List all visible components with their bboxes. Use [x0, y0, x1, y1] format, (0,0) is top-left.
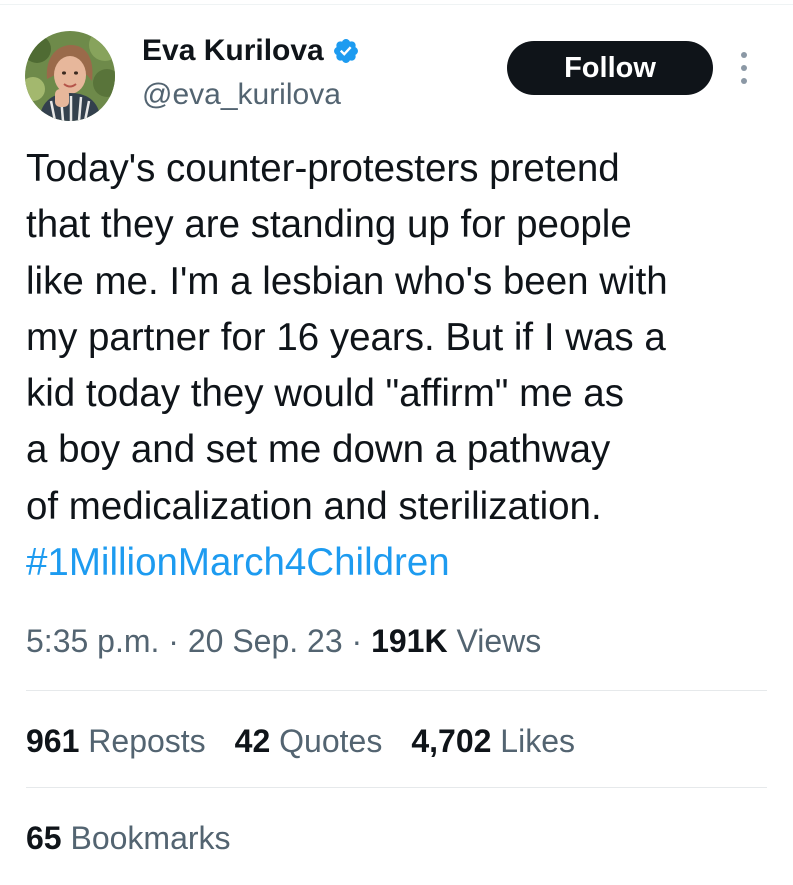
meta-separator: · — [342, 623, 372, 659]
tweet-text-line: my partner for 16 years. But if I was a — [26, 315, 666, 359]
divider — [26, 787, 767, 788]
author-handle[interactable]: @eva_kurilova — [142, 75, 341, 115]
engagement-stats: 961 Reposts 42 Quotes 4,702 Likes — [26, 719, 575, 763]
hashtag-link[interactable]: #1MillionMarch4Children — [26, 535, 786, 591]
likes-count: 4,702 — [411, 723, 492, 759]
more-dot — [741, 78, 747, 84]
tweet-text: Today's counter-protesters pretend that … — [26, 141, 786, 591]
avatar[interactable] — [25, 31, 115, 121]
views-count: 191K — [371, 623, 448, 659]
follow-button[interactable]: Follow — [507, 41, 713, 95]
avatar-photo — [25, 31, 115, 121]
more-dot — [741, 65, 747, 71]
author-name-text: Eva Kurilova — [142, 34, 324, 67]
top-divider — [0, 4, 793, 5]
tweet-date[interactable]: 20 Sep. 23 — [188, 623, 343, 659]
tweet-time[interactable]: 5:35 p.m. — [26, 623, 159, 659]
likes-label: Likes — [500, 723, 575, 759]
tweet-text-line: of medicalization and sterilization. — [26, 484, 602, 528]
more-vertical-icon[interactable] — [734, 48, 754, 88]
tweet-text-line: a boy and set me down a pathway — [26, 428, 611, 472]
more-dot — [741, 52, 747, 58]
likes-stat[interactable]: 4,702 Likes — [411, 719, 575, 763]
meta-separator: · — [159, 623, 188, 659]
quotes-label: Quotes — [279, 723, 383, 759]
divider — [26, 690, 767, 691]
tweet-text-line: Today's counter-protesters pretend — [26, 147, 620, 190]
author-name[interactable]: Eva Kurilova — [142, 31, 360, 71]
reposts-label: Reposts — [88, 723, 206, 759]
tweet-text-line: kid today they would "affirm" me as — [26, 372, 624, 416]
tweet-meta: 5:35 p.m. · 20 Sep. 23 · 191K Views — [26, 619, 541, 663]
quotes-count: 42 — [234, 723, 271, 759]
verified-badge-icon — [333, 39, 358, 63]
reposts-count: 961 — [26, 723, 80, 759]
views-label: Views — [456, 623, 542, 659]
reposts-stat[interactable]: 961 Reposts — [26, 719, 206, 763]
tweet-detail: Eva Kurilova @eva_kurilova Follow Today'… — [0, 0, 793, 885]
tweet-text-line: that they are standing up for people — [26, 203, 632, 247]
quotes-stat[interactable]: 42 Quotes — [235, 719, 383, 763]
bookmarks-stat[interactable]: 65 Bookmarks — [26, 816, 231, 860]
bookmarks-label: Bookmarks — [70, 820, 231, 856]
bookmarks-count: 65 — [26, 820, 62, 856]
tweet-text-line: like me. I'm a lesbian who's been with — [26, 259, 668, 303]
